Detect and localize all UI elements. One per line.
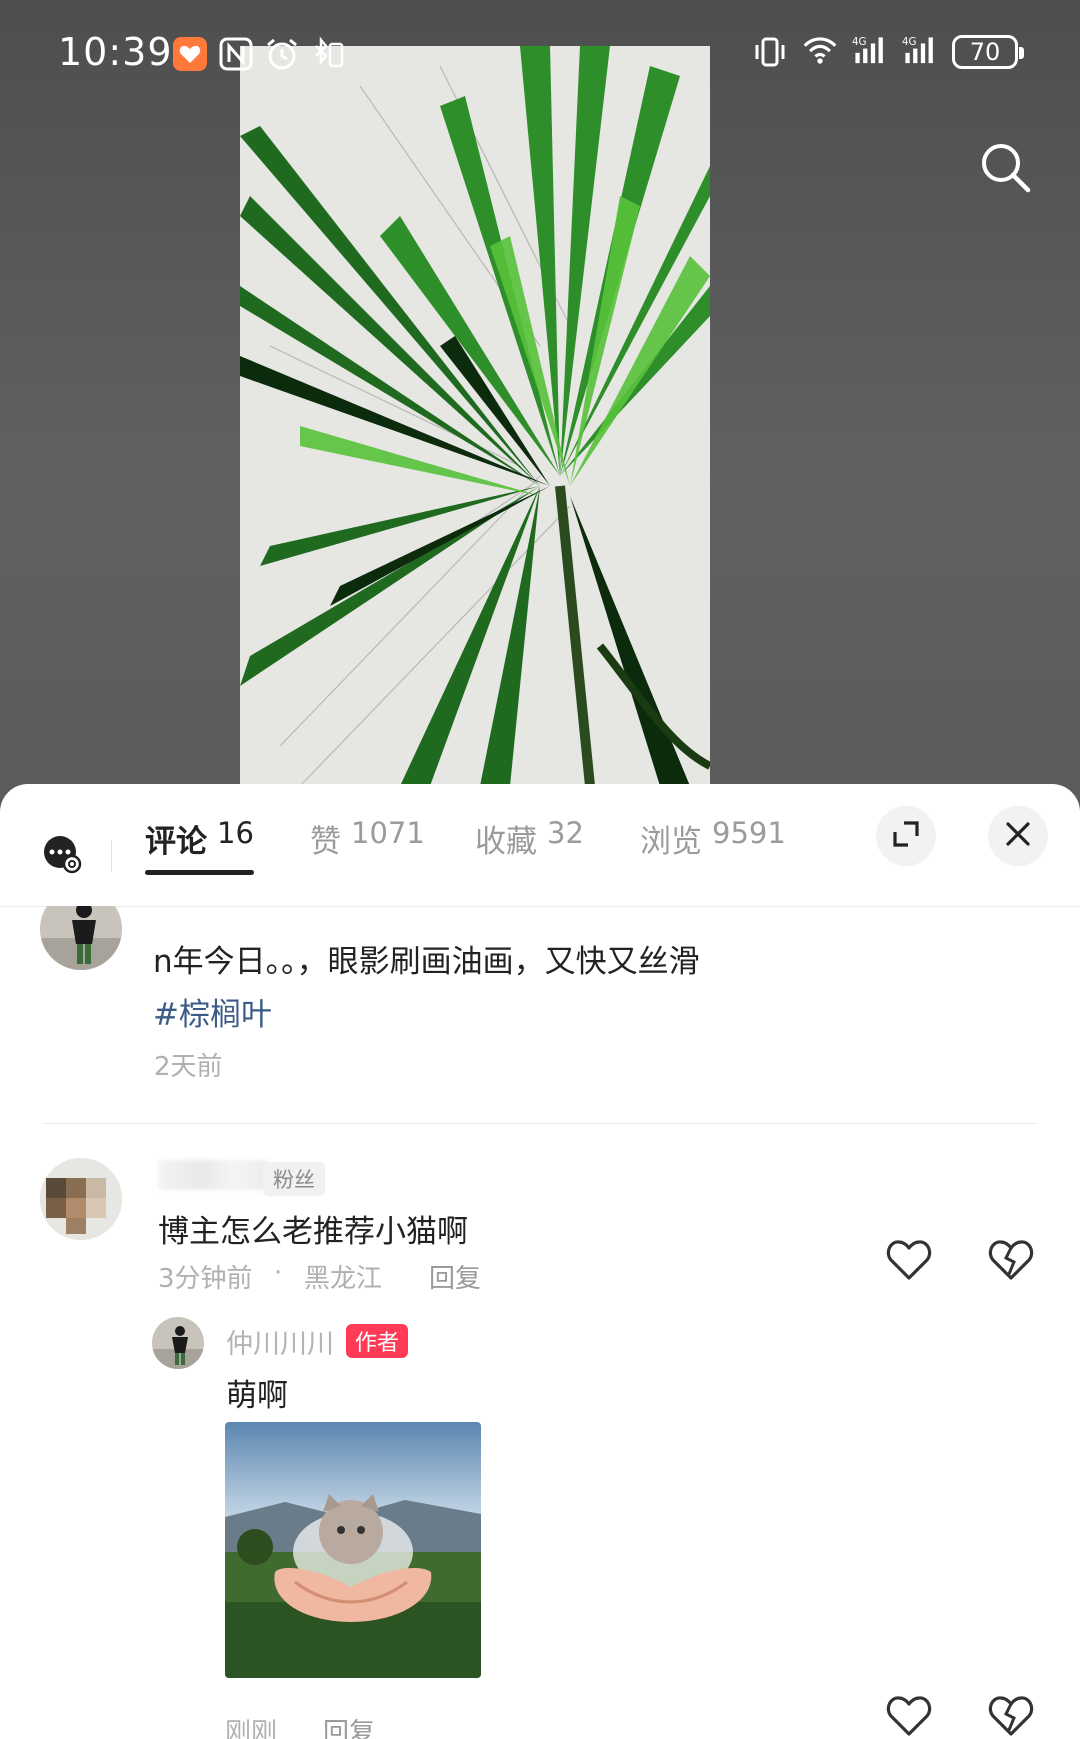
- post-caption: n年今日。。，眼影刷画油画，又快又丝滑: [153, 944, 700, 980]
- reply-text: 萌啊: [226, 1378, 288, 1414]
- comment-location: 黑龙江: [304, 1264, 383, 1294]
- signal-4g-icon-2: 4G: [902, 34, 938, 70]
- expand-icon: [891, 819, 921, 853]
- heart-icon[interactable]: [886, 1238, 932, 1282]
- tab-views[interactable]: 浏览 9591: [640, 816, 786, 886]
- fan-badge: 粉丝: [263, 1162, 325, 1196]
- avatar[interactable]: [152, 1317, 204, 1369]
- tab-favorites[interactable]: 收藏 32: [475, 816, 584, 886]
- search-icon[interactable]: [978, 140, 1032, 194]
- comment-tab-bar: 评论 16 赞 1071 收藏 32 浏览 9591: [0, 784, 1080, 907]
- nfc-icon: [218, 36, 254, 72]
- comment-sheet: 评论 16 赞 1071 收藏 32 浏览 9591 n年今日。。，眼影刷画油画…: [0, 784, 1080, 1739]
- tab-likes[interactable]: 赞 1071: [310, 816, 425, 886]
- comment-text: 博主怎么老推荐小猫啊: [158, 1214, 468, 1250]
- reply-username[interactable]: 仲川川川: [226, 1322, 334, 1361]
- alarm-icon: [264, 36, 300, 72]
- broken-heart-icon[interactable]: [988, 1238, 1034, 1282]
- avatar[interactable]: [40, 1158, 122, 1240]
- expand-button[interactable]: [876, 806, 936, 866]
- wifi-icon: [802, 34, 838, 70]
- palm-leaf-painting: [240, 46, 710, 786]
- bluetooth-battery-icon: [310, 36, 346, 72]
- reply-button[interactable]: 回复: [323, 1712, 375, 1739]
- username-blurred: [158, 1160, 268, 1190]
- status-time: 10:39: [58, 30, 173, 74]
- health-app-icon: [172, 36, 208, 72]
- reply-button[interactable]: 回复: [429, 1258, 481, 1295]
- svg-text:4G: 4G: [902, 36, 917, 48]
- battery-indicator: 70: [952, 35, 1024, 69]
- vibrate-icon: [752, 34, 788, 70]
- svg-text:4G: 4G: [852, 36, 867, 48]
- painting-image[interactable]: [240, 46, 710, 786]
- reply-image-cat-in-hands[interactable]: [225, 1422, 481, 1678]
- status-bar: 10:39 4G 4G 70: [0, 0, 1080, 110]
- hashtag-link[interactable]: #棕榈叶: [153, 989, 272, 1034]
- close-button[interactable]: [988, 806, 1048, 866]
- author-badge: 作者: [346, 1324, 409, 1358]
- tab-comments[interactable]: 评论 16: [145, 816, 254, 886]
- comment-time: 3分钟前: [158, 1264, 253, 1294]
- post-time: 2天前: [154, 1052, 223, 1082]
- close-icon: [1005, 821, 1031, 851]
- chat-settings-icon[interactable]: [42, 834, 82, 874]
- heart-icon[interactable]: [886, 1694, 932, 1738]
- comment-list[interactable]: n年今日。。，眼影刷画油画，又快又丝滑 #棕榈叶 2天前 粉丝 博主怎么老推荐小…: [0, 906, 1080, 1739]
- avatar[interactable]: [40, 906, 122, 970]
- signal-4g-icon: 4G: [852, 34, 888, 70]
- reply-time: 刚刚: [225, 1718, 278, 1739]
- broken-heart-icon[interactable]: [988, 1694, 1034, 1738]
- post-media[interactable]: 10:39 4G 4G 70: [0, 0, 1080, 800]
- active-tab-indicator: [145, 870, 254, 875]
